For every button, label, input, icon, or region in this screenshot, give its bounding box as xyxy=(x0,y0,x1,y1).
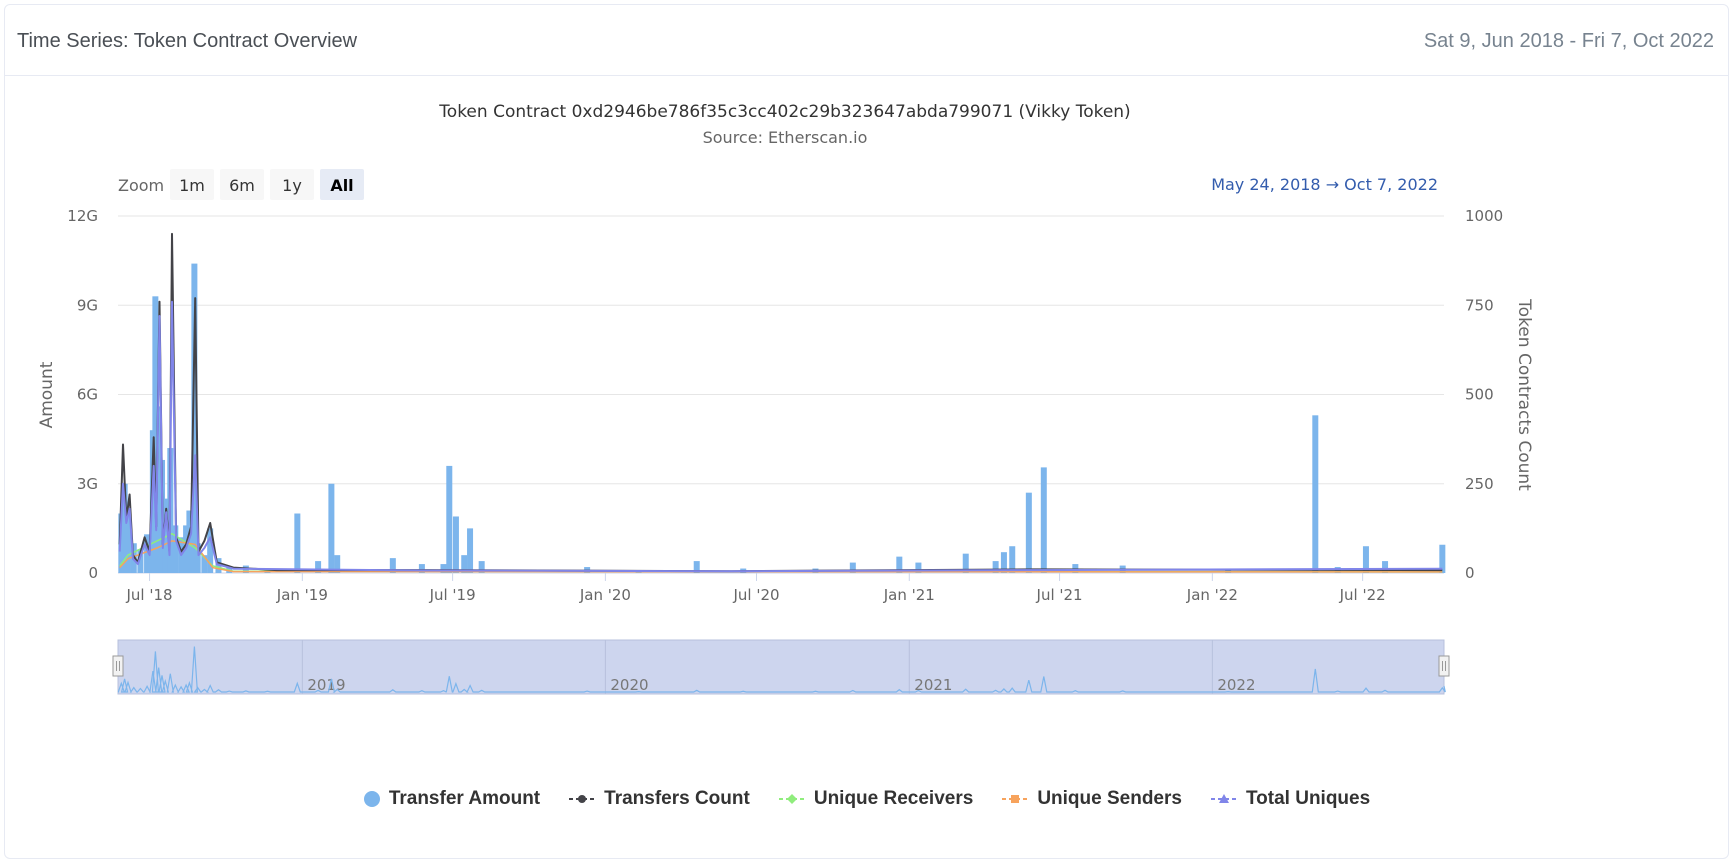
legend-symbol-line-circle xyxy=(569,795,596,803)
bar-transfer-amount xyxy=(452,516,459,573)
legend-symbol-line-triangle xyxy=(1210,794,1237,803)
range-display[interactable]: May 24, 2018 → Oct 7, 2022 xyxy=(1211,175,1438,194)
legend-item-total-uniques[interactable]: Total Uniques xyxy=(1210,788,1370,810)
zoom-button-label: 6m xyxy=(229,176,255,195)
legend-item-transfers-count[interactable]: Transfers Count xyxy=(568,788,750,810)
y-right-tick-label: 1000 xyxy=(1465,207,1503,225)
zoom-button-All[interactable]: All xyxy=(320,169,364,200)
navigator-handle-right[interactable] xyxy=(1438,655,1450,677)
navigator-year-label: 2020 xyxy=(610,676,648,694)
legend-label: Unique Senders xyxy=(1037,788,1182,809)
bar-transfer-amount xyxy=(328,483,335,573)
legend-item-transfer-amount[interactable]: Transfer Amount xyxy=(363,788,540,810)
y-left-tick-label: 6G xyxy=(77,386,98,404)
chart-legend: Transfer Amount Transfers Count Unique Rec… xyxy=(0,788,1733,814)
legend-symbol-circle xyxy=(363,791,380,807)
x-tick-label: Jul '19 xyxy=(429,586,476,604)
legend-label: Total Uniques xyxy=(1245,788,1371,809)
legend-item-unique-senders[interactable]: Unique Senders xyxy=(1001,788,1182,810)
legend-symbol-line-diamond xyxy=(778,794,805,804)
chart-subtitle: Source: Etherscan.io xyxy=(703,128,868,147)
x-tick-label: Jan '21 xyxy=(883,586,935,604)
bar-transfer-amount xyxy=(467,528,474,573)
x-tick-label: Jul '22 xyxy=(1339,586,1386,604)
zoom-button-label: All xyxy=(330,176,353,195)
x-tick-label: Jul '20 xyxy=(732,586,779,604)
bar-transfer-amount xyxy=(1312,415,1319,573)
y-right-tick-label: 0 xyxy=(1465,564,1475,582)
chart-title: Token Contract 0xd2946be786f35c3cc402c29… xyxy=(438,102,1130,122)
bar-transfer-amount xyxy=(1025,492,1032,573)
legend-label: Transfers Count xyxy=(604,788,750,809)
legend-label: Unique Receivers xyxy=(813,788,974,809)
bar-transfer-amount xyxy=(294,513,301,573)
x-tick-label: Jan '20 xyxy=(579,586,631,604)
y-right-tick-label: 250 xyxy=(1465,475,1494,493)
legend-label: Transfer Amount xyxy=(388,788,541,809)
y-right-tick-label: 500 xyxy=(1465,386,1494,404)
y-left-axis-label: Amount xyxy=(37,361,57,428)
y-left-tick-label: 12G xyxy=(67,207,98,225)
zoom-button-1m[interactable]: 1m xyxy=(170,169,214,200)
x-tick-label: Jan '19 xyxy=(276,586,328,604)
handle-box xyxy=(112,655,124,677)
y-right-axis-label: Token Contracts Count xyxy=(1514,298,1534,491)
legend-item-unique-receivers[interactable]: Unique Receivers xyxy=(778,788,973,810)
line-transfers-count xyxy=(118,232,1443,573)
x-tick-label: Jan '22 xyxy=(1186,586,1238,604)
y-left-tick-label: 0 xyxy=(88,564,98,582)
zoom-label: Zoom xyxy=(118,176,164,195)
line-total-uniques xyxy=(118,300,1443,573)
y-left-tick-label: 9G xyxy=(77,296,98,314)
bar-transfer-amount xyxy=(1040,467,1047,573)
y-right-tick-label: 750 xyxy=(1465,296,1494,314)
zoom-button-6m[interactable]: 6m xyxy=(220,169,264,200)
zoom-button-1y[interactable]: 1y xyxy=(270,169,314,200)
time-series-chart: Token Contract 0xd2946be786f35c3cc402c29… xyxy=(37,102,1534,695)
zoom-button-label: 1m xyxy=(179,176,205,195)
x-tick-label: Jul '21 xyxy=(1036,586,1083,604)
navigator-year-label: 2022 xyxy=(1217,676,1255,694)
navigator-handle-left[interactable] xyxy=(112,655,124,677)
zoom-button-label: 1y xyxy=(282,176,302,195)
legend-symbol-line-square xyxy=(1002,795,1029,803)
handle-box xyxy=(1438,655,1450,677)
x-tick-label: Jul '18 xyxy=(126,586,173,604)
y-left-tick-label: 3G xyxy=(77,475,98,493)
bar-transfer-amount xyxy=(446,465,453,573)
